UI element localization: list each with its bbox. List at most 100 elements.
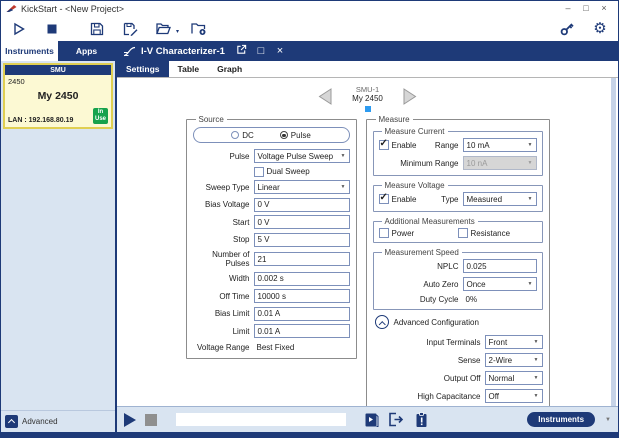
- vertical-scrollbar[interactable]: [611, 78, 616, 406]
- instruments-button[interactable]: Instruments: [527, 412, 595, 427]
- sidebar-tabs: Instruments Apps: [1, 41, 115, 61]
- pulse-type-select[interactable]: Voltage Pulse Sweep ▼: [254, 149, 350, 163]
- current-enable-row: Enable Range 10 mA ▼: [379, 138, 537, 152]
- sense-label: Sense: [373, 356, 481, 365]
- measure-group: Measure Measure Current Enable Range: [366, 115, 550, 406]
- type-label: Type: [416, 195, 458, 204]
- run-history-button[interactable]: [363, 412, 379, 428]
- additional-measurements-row: Power Resistance: [379, 228, 537, 238]
- minimum-range-value: 10 nA: [467, 159, 488, 168]
- power-checkbox[interactable]: Power: [379, 228, 458, 238]
- output-off-select[interactable]: Normal ▼: [485, 371, 543, 385]
- checkbox-icon: [379, 228, 389, 238]
- settings-content: SMU-1 My 2450 Source DC: [117, 78, 618, 406]
- voltage-enable-label: Enable: [392, 195, 417, 204]
- current-enable-checkbox[interactable]: Enable: [379, 140, 417, 150]
- window-maximize-button[interactable]: □: [577, 2, 595, 15]
- sidebar: Instruments Apps SMU 2450 My 2450 LAN : …: [1, 41, 117, 432]
- off-time-label: Off Time: [193, 292, 250, 301]
- open-project-caret-icon[interactable]: ▾: [176, 28, 179, 35]
- bias-limit-input[interactable]: 0.01 A: [254, 307, 350, 321]
- panel-maximize-icon[interactable]: □: [254, 44, 268, 58]
- off-time-row: Off Time 10000 s: [193, 289, 350, 303]
- off-time-input[interactable]: 10000 s: [254, 289, 350, 303]
- sweep-type-select[interactable]: Linear ▼: [254, 180, 350, 194]
- window-title: KickStart - <New Project>: [21, 4, 124, 14]
- output-off-row: Output Off Normal ▼: [373, 371, 543, 385]
- save-as-button[interactable]: [122, 21, 138, 37]
- window-minimize-button[interactable]: –: [559, 2, 577, 15]
- test-info-button[interactable]: [413, 412, 429, 428]
- voltage-enable-row: Enable Type Measured ▼: [379, 192, 537, 206]
- panel-header: I-V Characterizer-1 □ ×: [117, 41, 618, 61]
- voltage-range-value: Best Fixed: [254, 343, 295, 352]
- sweep-type-value: Linear: [258, 183, 280, 192]
- voltage-enable-checkbox[interactable]: Enable: [379, 194, 417, 204]
- measurement-speed-legend: Measurement Speed: [382, 248, 462, 257]
- range-label: Range: [416, 141, 458, 150]
- instrument-card-smu[interactable]: SMU 2450 My 2450 LAN : 192.168.80.19 In …: [3, 63, 113, 129]
- run-button[interactable]: [11, 21, 27, 37]
- titlebar: KickStart - <New Project> – □ ×: [1, 1, 618, 16]
- width-row: Width 0.002 s: [193, 272, 350, 286]
- limit-input[interactable]: 0.01 A: [254, 324, 350, 338]
- sidebar-body: SMU 2450 My 2450 LAN : 192.168.80.19 In …: [1, 61, 115, 410]
- number-of-pulses-input[interactable]: 21: [254, 252, 350, 266]
- width-input[interactable]: 0.002 s: [254, 272, 350, 286]
- advanced-configuration-header: Advanced Configuration: [375, 315, 543, 329]
- window-close-button[interactable]: ×: [595, 2, 613, 15]
- tab-graph[interactable]: Graph: [208, 61, 251, 77]
- stop-input[interactable]: 5 V: [254, 233, 350, 247]
- chevron-down-icon: ▼: [528, 281, 533, 287]
- dual-sweep-checkbox[interactable]: Dual Sweep: [254, 167, 310, 177]
- bias-voltage-row: Bias Voltage 0 V: [193, 198, 350, 212]
- license-key-button[interactable]: [559, 21, 575, 37]
- dc-radio-option[interactable]: DC: [231, 131, 254, 140]
- popout-icon[interactable]: [235, 44, 249, 59]
- run-test-button[interactable]: [124, 413, 136, 427]
- tab-apps[interactable]: Apps: [58, 41, 115, 61]
- tab-table[interactable]: Table: [169, 61, 209, 77]
- current-range-select[interactable]: 10 mA ▼: [463, 138, 537, 152]
- resistance-checkbox[interactable]: Resistance: [458, 228, 537, 238]
- instruments-caret-icon[interactable]: ▼: [605, 417, 611, 423]
- stop-test-button[interactable]: [145, 414, 157, 426]
- sense-select[interactable]: 2-Wire ▼: [485, 353, 543, 367]
- nplc-input[interactable]: 0.025: [463, 259, 537, 273]
- auto-zero-row: Auto Zero Once ▼: [379, 277, 537, 291]
- tab-settings[interactable]: Settings: [117, 61, 169, 77]
- prev-smu-arrow-icon[interactable]: [318, 88, 332, 105]
- new-project-button[interactable]: [190, 21, 206, 37]
- stop-row: Stop 5 V: [193, 233, 350, 247]
- panel-footer: Instruments ▼: [117, 406, 618, 432]
- gear-icon: ⚙: [593, 21, 606, 36]
- bias-voltage-input[interactable]: 0 V: [254, 198, 350, 212]
- number-of-pulses-label: Number of Pulses: [193, 250, 250, 268]
- pulse-radio-option[interactable]: Pulse: [280, 131, 311, 140]
- input-terminals-select[interactable]: Front ▼: [485, 335, 543, 349]
- input-terminals-row: Input Terminals Front ▼: [373, 335, 543, 349]
- kickstart-logo-icon: [6, 4, 17, 13]
- voltage-type-select[interactable]: Measured ▼: [463, 192, 537, 206]
- open-project-button[interactable]: [155, 21, 171, 37]
- voltage-type-value: Measured: [467, 195, 503, 204]
- smu-id: SMU-1: [356, 85, 379, 94]
- collapse-advanced-button[interactable]: [375, 315, 389, 329]
- input-terminals-value: Front: [489, 338, 508, 347]
- stop-button[interactable]: [44, 21, 60, 37]
- settings-gear-button[interactable]: ⚙: [592, 21, 608, 37]
- high-capacitance-select[interactable]: Off ▼: [485, 389, 543, 403]
- panel-close-icon[interactable]: ×: [273, 44, 287, 58]
- smu-page-indicator[interactable]: [365, 106, 371, 112]
- resistance-label: Resistance: [471, 229, 511, 238]
- advanced-expand-button[interactable]: [5, 415, 18, 428]
- minimum-range-row: Minimum Range 10 nA ▼: [379, 156, 537, 170]
- measure-current-legend: Measure Current: [382, 127, 448, 136]
- start-input[interactable]: 0 V: [254, 215, 350, 229]
- save-button[interactable]: [89, 21, 105, 37]
- auto-zero-select[interactable]: Once ▼: [463, 277, 537, 291]
- tab-instruments[interactable]: Instruments: [1, 41, 58, 61]
- export-data-button[interactable]: [388, 412, 404, 428]
- radio-checked-icon: [280, 131, 288, 139]
- next-smu-arrow-icon[interactable]: [403, 88, 417, 105]
